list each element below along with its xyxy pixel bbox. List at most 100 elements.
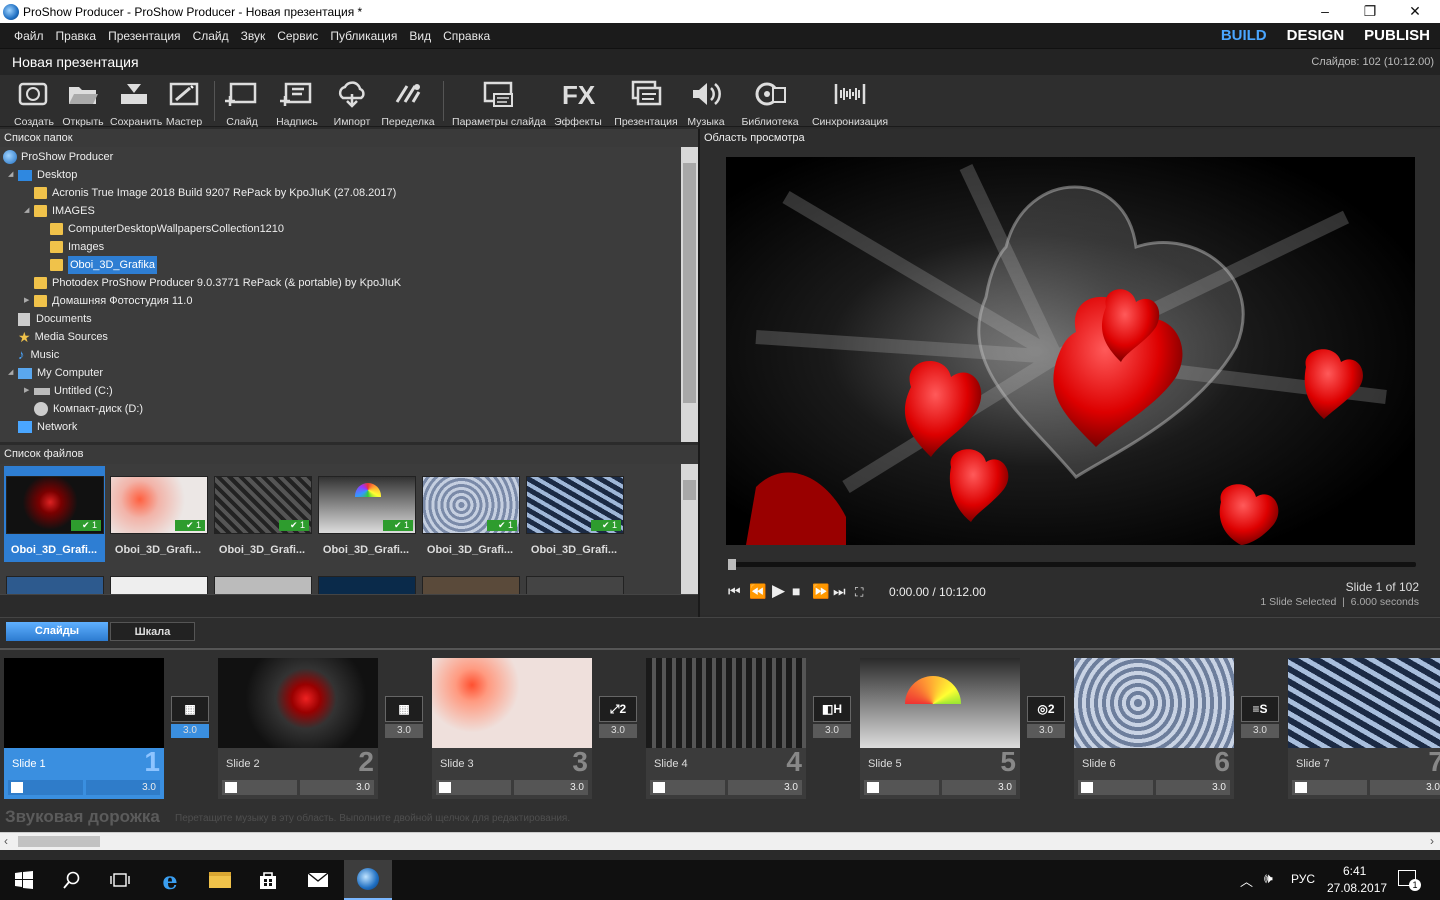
clock-time[interactable]: 6:41: [1343, 864, 1366, 878]
menu-edit[interactable]: Правка: [50, 29, 103, 43]
tree-item-proshow[interactable]: ProShow Producer: [3, 148, 113, 166]
tree-item-music[interactable]: ♪ Music: [18, 346, 59, 364]
tree-item-images-dir[interactable]: ◢ IMAGES: [24, 202, 95, 220]
seek-handle[interactable]: [728, 559, 736, 570]
file-thumb[interactable]: ✔ 1: [318, 476, 416, 534]
task-view-icon[interactable]: [96, 860, 144, 900]
tree-item-media[interactable]: ★ Media Sources: [18, 328, 108, 346]
open-button[interactable]: Открыть: [61, 79, 105, 128]
menu-tools[interactable]: Сервис: [271, 29, 324, 43]
file-thumb[interactable]: ✔ 1: [214, 476, 312, 534]
show-options-button[interactable]: Презентация: [612, 79, 680, 128]
notification-icon[interactable]: 1: [1398, 870, 1421, 891]
tree-item-wallpapers[interactable]: ComputerDesktopWallpapersCollection1210: [50, 220, 284, 238]
seek-bar[interactable]: [728, 559, 1416, 570]
restore-button[interactable]: ❐: [1347, 0, 1393, 23]
transition[interactable]: ◧H 3.0: [813, 696, 851, 738]
slide-play-button[interactable]: [650, 780, 725, 795]
stop-icon[interactable]: ■: [792, 583, 800, 599]
fullscreen-icon[interactable]: ⛶: [855, 585, 863, 600]
design-mode-button[interactable]: DESIGN: [1287, 27, 1345, 44]
file-thumb[interactable]: [318, 576, 416, 594]
file-thumb[interactable]: [110, 576, 208, 594]
slide-duration[interactable]: 3.0: [1156, 780, 1230, 795]
scroll-right-icon[interactable]: ›: [1430, 834, 1434, 848]
menu-file[interactable]: Файл: [8, 29, 50, 43]
menu-help[interactable]: Справка: [437, 29, 496, 43]
tree-item-desktop[interactable]: ◢ Desktop: [8, 166, 77, 184]
language-indicator[interactable]: РУС: [1291, 872, 1315, 886]
file-thumb[interactable]: ✔ 1: [6, 476, 104, 534]
slide-play-button[interactable]: [436, 780, 511, 795]
scroll-left-icon[interactable]: ‹: [4, 834, 8, 848]
scroll-thumb[interactable]: [683, 480, 696, 500]
slide-card[interactable]: Slide 6 6 3.0: [1074, 658, 1234, 799]
publish-mode-button[interactable]: PUBLISH: [1364, 27, 1430, 44]
transition[interactable]: ◎2 3.0: [1027, 696, 1065, 738]
file-thumb[interactable]: ✔ 1: [526, 476, 624, 534]
slide-card[interactable]: Slide 4 4 3.0: [646, 658, 806, 799]
chevron-up-icon[interactable]: ︿: [1240, 871, 1253, 890]
menu-slide[interactable]: Слайд: [187, 29, 235, 43]
tree-item-drive-c[interactable]: ▶ Untitled (C:): [24, 382, 113, 400]
menu-show[interactable]: Презентация: [102, 29, 187, 43]
transition[interactable]: ⤢2 3.0: [599, 696, 637, 738]
slide-duration[interactable]: 3.0: [728, 780, 802, 795]
tree-item-acronis[interactable]: Acronis True Image 2018 Build 9207 RePac…: [34, 184, 396, 202]
tab-slides[interactable]: Слайды: [6, 622, 108, 641]
slide-play-button[interactable]: [864, 780, 939, 795]
slide-card[interactable]: Slide 5 5 3.0: [860, 658, 1020, 799]
tree-item-documents[interactable]: Documents: [18, 310, 92, 328]
file-thumb[interactable]: ✔ 1: [110, 476, 208, 534]
add-slide-button[interactable]: Слайд: [220, 79, 264, 128]
slide-play-button[interactable]: [1292, 780, 1367, 795]
tab-timeline[interactable]: Шкала: [110, 622, 195, 641]
rewind-icon[interactable]: ⏪: [749, 583, 766, 600]
transition[interactable]: ≡S 3.0: [1241, 696, 1279, 738]
file-thumb[interactable]: ✔ 1: [422, 476, 520, 534]
slide-play-button[interactable]: [222, 780, 297, 795]
music-button[interactable]: Музыка: [685, 79, 727, 128]
play-icon[interactable]: ▶: [772, 581, 785, 601]
effects-button[interactable]: FX Эффекты: [553, 79, 603, 128]
tree-item-photodex[interactable]: Photodex ProShow Producer 9.0.3771 RePac…: [34, 274, 401, 292]
tree-item-images[interactable]: Images: [50, 238, 104, 256]
slide-duration[interactable]: 3.0: [942, 780, 1016, 795]
import-button[interactable]: Импорт: [330, 79, 374, 128]
skip-start-icon[interactable]: ⏮: [728, 583, 741, 600]
tree-item-drive-d[interactable]: Компакт-диск (D:): [34, 400, 143, 418]
volume-icon[interactable]: 🕪: [1264, 870, 1273, 887]
minimize-button[interactable]: –: [1302, 0, 1348, 23]
slide-card[interactable]: Slide 2 2 3.0: [218, 658, 378, 799]
tree-item-home-studio[interactable]: ▶ Домашняя Фотостудия 11.0: [24, 292, 192, 310]
wizard-button[interactable]: Мастер: [162, 79, 206, 128]
file-thumb[interactable]: [214, 576, 312, 594]
tree-item-network[interactable]: Network: [18, 418, 77, 436]
slide-duration[interactable]: 3.0: [1370, 780, 1440, 795]
menu-publish[interactable]: Публикация: [324, 29, 403, 43]
slide-play-button[interactable]: [1078, 780, 1153, 795]
remix-button[interactable]: Переделка: [380, 79, 436, 128]
slide-card[interactable]: Slide 7 7 3.0: [1288, 658, 1440, 799]
slide-duration[interactable]: 3.0: [86, 780, 160, 795]
file-scrollbar[interactable]: [681, 464, 698, 594]
scroll-thumb[interactable]: [18, 836, 100, 847]
slide-options-button[interactable]: Параметры слайда: [450, 79, 548, 128]
tree-item-computer[interactable]: ◢ My Computer: [8, 364, 103, 382]
skip-end-icon[interactable]: ⏭: [833, 583, 846, 600]
save-button[interactable]: Сохранить: [110, 79, 162, 128]
proshow-taskbar-icon[interactable]: [344, 860, 392, 900]
file-explorer-icon[interactable]: [196, 860, 244, 900]
soundtrack-area[interactable]: Звуковая дорожка Перетащите музыку в эту…: [0, 806, 1440, 832]
create-button[interactable]: Создать: [12, 79, 56, 128]
slide-duration[interactable]: 3.0: [514, 780, 588, 795]
edge-browser-icon[interactable]: e: [146, 860, 194, 900]
clock-date[interactable]: 27.08.2017: [1327, 881, 1387, 895]
sync-button[interactable]: Синхронизация: [810, 79, 890, 128]
fast-forward-icon[interactable]: ⏩: [812, 583, 829, 600]
slide-card[interactable]: Slide 3 3 3.0: [432, 658, 592, 799]
folder-scrollbar[interactable]: [681, 147, 698, 442]
caption-button[interactable]: Надпись: [272, 79, 322, 128]
file-thumb[interactable]: [526, 576, 624, 594]
store-icon[interactable]: [244, 860, 292, 900]
